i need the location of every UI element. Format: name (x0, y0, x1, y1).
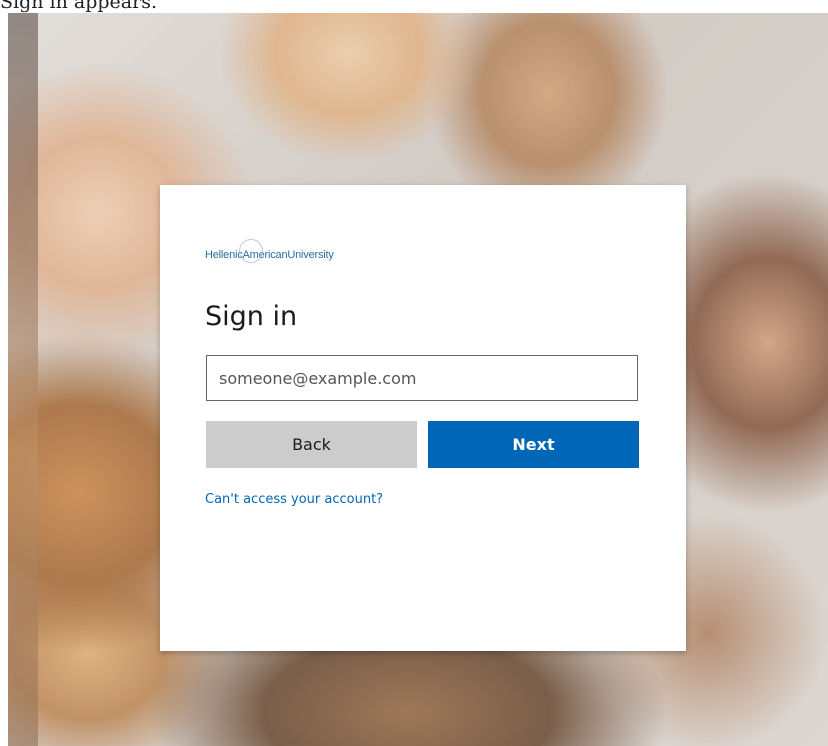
background-decoration (8, 13, 38, 746)
next-button[interactable]: Next (428, 421, 639, 468)
page-title: Sign in (205, 301, 298, 332)
logo-emblem-icon (239, 239, 263, 263)
cant-access-account-link[interactable]: Can't access your account? (205, 492, 383, 507)
university-logo: HellenicAmericanUniversity (205, 239, 334, 263)
page-caption: Sign in appears. (0, 0, 157, 13)
logo-text: HellenicAmericanUniversity (205, 249, 334, 261)
back-button[interactable]: Back (206, 421, 417, 468)
email-field[interactable] (206, 355, 638, 401)
signin-card: HellenicAmericanUniversity Sign in Back … (160, 185, 686, 651)
